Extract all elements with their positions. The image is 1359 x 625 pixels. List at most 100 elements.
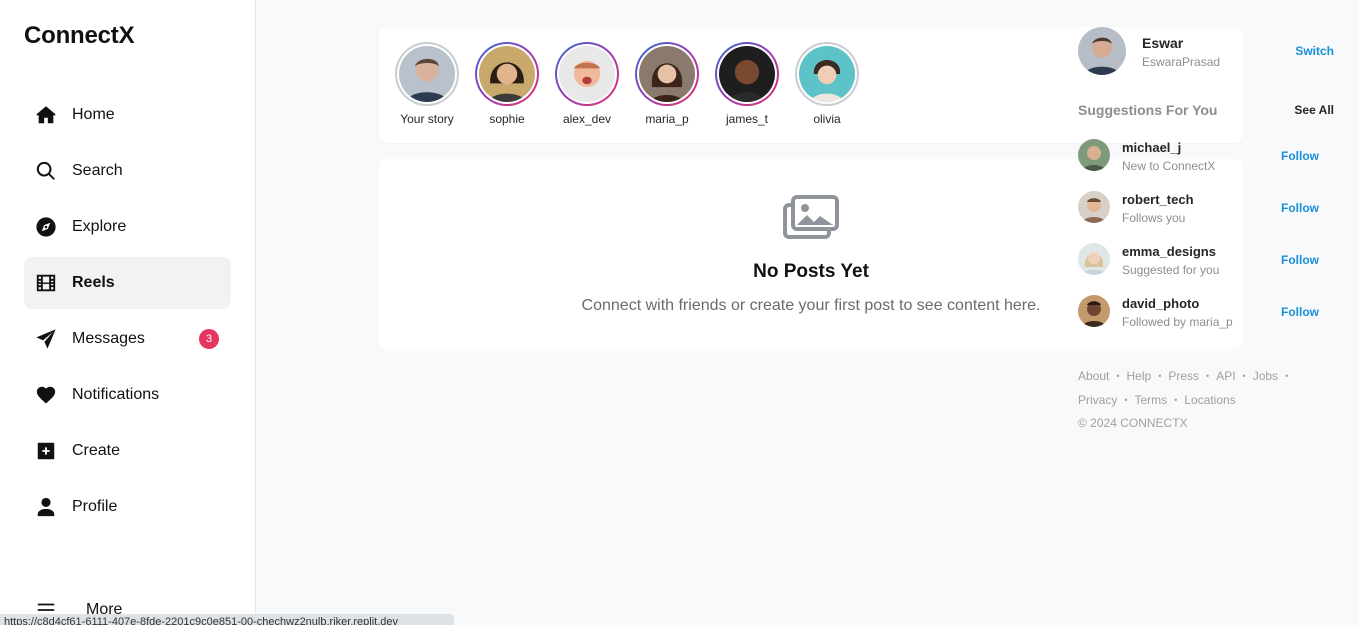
sidebar-item-label: Explore bbox=[72, 218, 127, 235]
follow-button[interactable]: Follow bbox=[1281, 253, 1319, 267]
footer-link-privacy[interactable]: Privacy bbox=[1078, 393, 1117, 407]
sidebar: ConnectX Home Search Explore Reels Messa… bbox=[0, 0, 256, 625]
story-item[interactable]: olivia bbox=[787, 42, 867, 126]
avatar[interactable] bbox=[1078, 27, 1126, 75]
sidebar-item-label: Profile bbox=[72, 498, 118, 515]
film-icon bbox=[34, 271, 58, 295]
footer-link-terms[interactable]: Terms bbox=[1135, 393, 1168, 407]
suggestions-header: Suggestions For You See All bbox=[1078, 102, 1334, 118]
follow-button[interactable]: Follow bbox=[1281, 201, 1319, 215]
heart-icon bbox=[34, 383, 58, 407]
avatar bbox=[479, 46, 535, 102]
suggestion-username[interactable]: david_photo bbox=[1122, 296, 1199, 311]
story-item[interactable]: alex_dev bbox=[547, 42, 627, 126]
plus-square-icon bbox=[34, 439, 58, 463]
footer-link-help[interactable]: Help bbox=[1127, 369, 1152, 383]
sidebar-item-label: Home bbox=[72, 106, 115, 123]
footer-link-api[interactable]: API bbox=[1216, 369, 1235, 383]
story-username: james_t bbox=[725, 112, 769, 126]
copyright: © 2024 CONNECTX bbox=[1078, 416, 1188, 430]
avatar[interactable] bbox=[1078, 191, 1110, 223]
suggestion-reason: New to ConnectX bbox=[1122, 159, 1216, 173]
avatar bbox=[799, 46, 855, 102]
avatar bbox=[559, 46, 615, 102]
footer-links: About • Help • Press • API • Jobs • bbox=[1078, 364, 1318, 388]
sidebar-item-label: Notifications bbox=[72, 386, 160, 403]
suggestion-reason: Followed by maria_p bbox=[1122, 315, 1233, 329]
footer-link-about[interactable]: About bbox=[1078, 369, 1109, 383]
sidebar-item-home[interactable]: Home bbox=[24, 89, 231, 141]
current-user-name[interactable]: Eswar bbox=[1142, 35, 1183, 51]
sidebar-item-label: Search bbox=[72, 162, 123, 179]
current-user: Eswar EswaraPrasad Switch bbox=[1078, 27, 1334, 75]
separator: • bbox=[1206, 371, 1210, 381]
sidebar-item-label: Messages bbox=[72, 330, 145, 347]
suggestions-list: michael_j New to ConnectX Follow robert_… bbox=[1078, 139, 1319, 347]
avatar[interactable] bbox=[1078, 295, 1110, 327]
separator: • bbox=[1174, 395, 1178, 405]
user-icon bbox=[34, 495, 58, 519]
home-icon bbox=[34, 103, 58, 127]
story-item[interactable]: Your story bbox=[387, 42, 467, 126]
story-username: sophie bbox=[489, 112, 525, 126]
separator: • bbox=[1158, 371, 1162, 381]
avatar bbox=[399, 46, 455, 102]
footer: About • Help • Press • API • Jobs • Privacy • … bbox=[1078, 364, 1318, 430]
story-username: maria_p bbox=[645, 112, 689, 126]
avatar[interactable] bbox=[1078, 139, 1110, 171]
suggestion-reason: Suggested for you bbox=[1122, 263, 1220, 277]
suggestion-username[interactable]: emma_designs bbox=[1122, 244, 1216, 259]
send-icon bbox=[34, 327, 58, 351]
story-ring bbox=[795, 42, 859, 106]
separator: • bbox=[1242, 371, 1246, 381]
sidebar-nav: Home Search Explore Reels Messages 3 Not… bbox=[24, 89, 231, 537]
story-ring bbox=[555, 42, 619, 106]
photos-icon bbox=[783, 195, 839, 239]
see-all-link[interactable]: See All bbox=[1294, 103, 1334, 117]
separator: • bbox=[1116, 371, 1120, 381]
sidebar-item-reels[interactable]: Reels bbox=[24, 257, 231, 309]
sidebar-item-profile[interactable]: Profile bbox=[24, 481, 231, 533]
story-ring bbox=[475, 42, 539, 106]
footer-link-jobs[interactable]: Jobs bbox=[1253, 369, 1278, 383]
suggestion-username[interactable]: robert_tech bbox=[1122, 192, 1194, 207]
list-item: david_photo Followed by maria_p Follow bbox=[1078, 295, 1319, 347]
footer-links: Privacy • Terms • Locations bbox=[1078, 388, 1318, 412]
switch-account-button[interactable]: Switch bbox=[1295, 44, 1334, 58]
browser-status-url: https://c8d4cf61-6111-407e-8fde-2201c9c0… bbox=[0, 614, 454, 625]
search-icon bbox=[34, 159, 58, 183]
story-ring bbox=[395, 42, 459, 106]
sidebar-item-messages[interactable]: Messages 3 bbox=[24, 313, 231, 365]
list-item: michael_j New to ConnectX Follow bbox=[1078, 139, 1319, 191]
footer-link-press[interactable]: Press bbox=[1168, 369, 1199, 383]
suggestion-username[interactable]: michael_j bbox=[1122, 140, 1181, 155]
story-item[interactable]: james_t bbox=[707, 42, 787, 126]
app-logo[interactable]: ConnectX bbox=[24, 22, 135, 50]
story-username: Your story bbox=[400, 112, 454, 126]
footer-link-locations[interactable]: Locations bbox=[1184, 393, 1235, 407]
story-username: alex_dev bbox=[562, 112, 612, 126]
separator: • bbox=[1285, 371, 1289, 381]
separator: • bbox=[1124, 395, 1128, 405]
story-ring bbox=[715, 42, 779, 106]
suggestion-reason: Follows you bbox=[1122, 211, 1186, 225]
messages-count-badge: 3 bbox=[199, 329, 219, 349]
story-username: olivia bbox=[813, 112, 841, 126]
follow-button[interactable]: Follow bbox=[1281, 149, 1319, 163]
sidebar-item-explore[interactable]: Explore bbox=[24, 201, 231, 253]
sidebar-item-label: Create bbox=[72, 442, 121, 459]
current-user-handle: EswaraPrasad bbox=[1142, 55, 1221, 69]
story-ring bbox=[635, 42, 699, 106]
follow-button[interactable]: Follow bbox=[1281, 305, 1319, 319]
story-item[interactable]: maria_p bbox=[627, 42, 707, 126]
sidebar-item-notifications[interactable]: Notifications bbox=[24, 369, 231, 421]
sidebar-item-search[interactable]: Search bbox=[24, 145, 231, 197]
list-item: robert_tech Follows you Follow bbox=[1078, 191, 1319, 243]
list-item: emma_designs Suggested for you Follow bbox=[1078, 243, 1319, 295]
sidebar-item-label: Reels bbox=[72, 274, 115, 291]
sidebar-item-create[interactable]: Create bbox=[24, 425, 231, 477]
avatar[interactable] bbox=[1078, 243, 1110, 275]
story-item[interactable]: sophie bbox=[467, 42, 547, 126]
avatar bbox=[719, 46, 775, 102]
avatar bbox=[639, 46, 695, 102]
